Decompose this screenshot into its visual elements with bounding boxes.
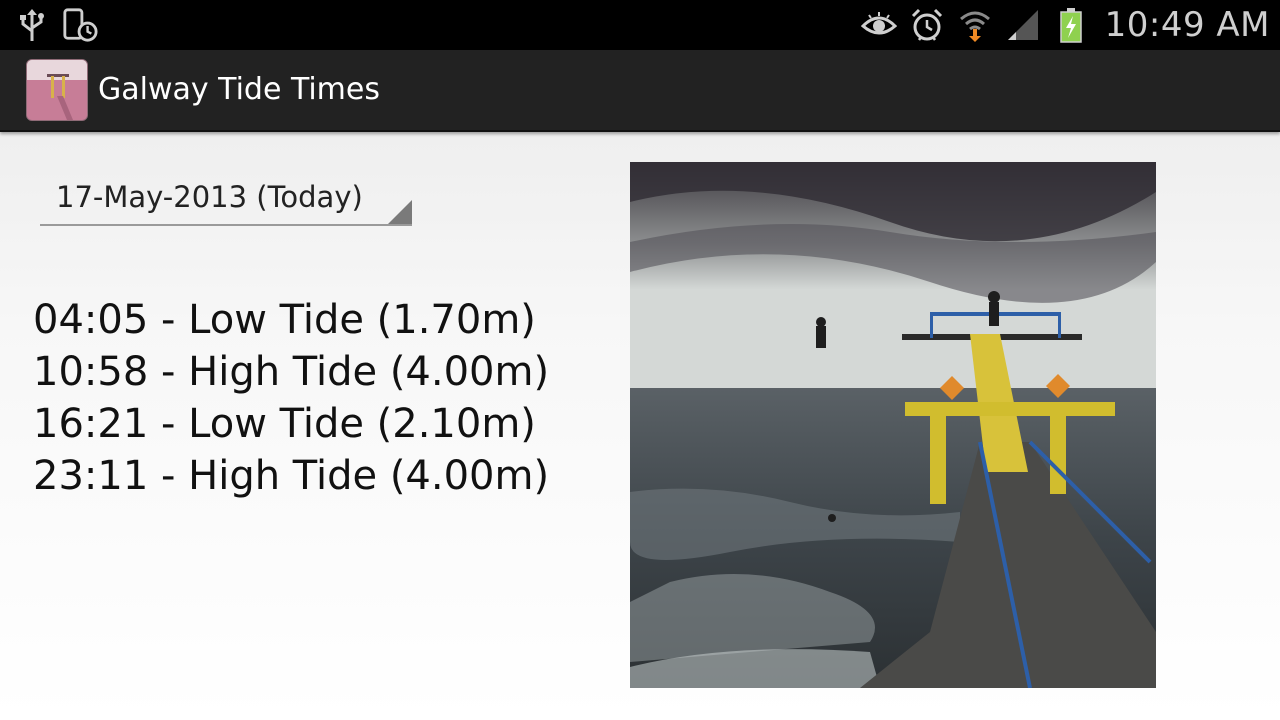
screen-timer-icon xyxy=(62,7,98,43)
app-title: Galway Tide Times xyxy=(98,72,380,107)
pier-photo xyxy=(630,162,1156,688)
clock: 10:49 AM xyxy=(1104,5,1270,45)
tide-entry: 16:21 - Low Tide (2.10m) xyxy=(33,401,536,447)
date-dropdown-value: 17-May-2013 (Today) xyxy=(56,180,363,214)
usb-icon xyxy=(14,7,50,43)
tide-entry: 04:05 - Low Tide (1.70m) xyxy=(33,297,536,343)
app-icon[interactable] xyxy=(26,59,88,121)
status-bar-right: 10:49 AM xyxy=(860,0,1270,50)
tide-entry: 23:11 - High Tide (4.00m) xyxy=(33,453,550,499)
signal-icon xyxy=(1005,7,1041,43)
tide-entry: 10:58 - High Tide (4.00m) xyxy=(33,349,550,395)
tide-list: 04:05 - Low Tide (1.70m) 10:58 - High Ti… xyxy=(33,294,549,502)
eye-icon xyxy=(860,7,897,43)
status-bar-left xyxy=(14,6,98,44)
dropdown-arrow-icon xyxy=(388,200,412,224)
battery-charging-icon xyxy=(1053,7,1089,43)
wifi-download-icon xyxy=(957,7,993,43)
status-bar: 10:49 AM xyxy=(0,0,1280,50)
alarm-icon xyxy=(909,7,945,43)
action-bar: Galway Tide Times xyxy=(0,50,1280,132)
date-dropdown[interactable]: 17-May-2013 (Today) xyxy=(40,178,412,226)
